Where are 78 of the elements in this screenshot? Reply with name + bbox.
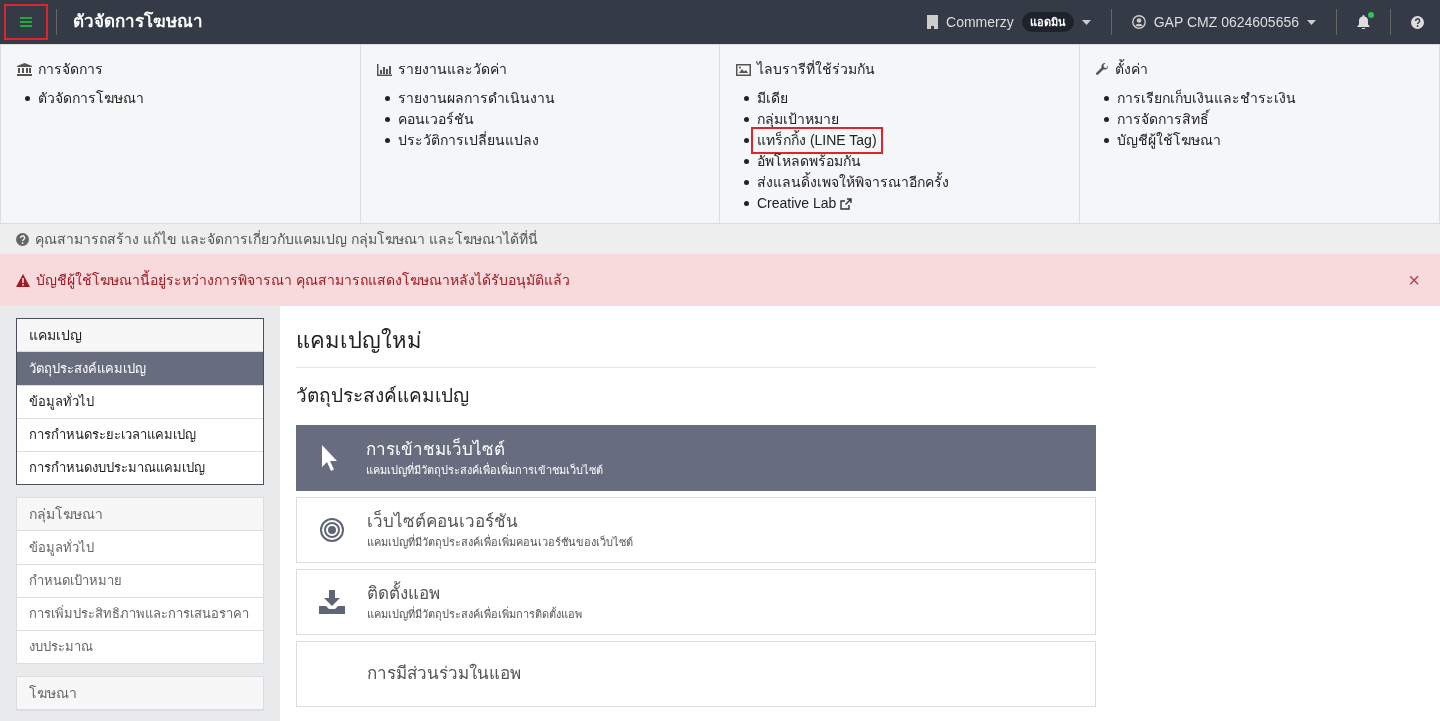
sidebar-item[interactable]: การเพิ่มประสิทธิภาพและการเสนอราคา [17, 597, 263, 630]
menu-section-heading: รายงานและวัดค่า [397, 60, 507, 79]
info-text: คุณสามารถสร้าง แก้ไข และจัดการเกี่ยวกับแคมเปญ กลุ่มโฆษณา และโฆษณาได้ที่นี่ [35, 229, 538, 250]
bullet-icon [744, 117, 749, 122]
objective-title: เว็บไซต์คอนเวอร์ชัน [367, 509, 519, 533]
sidebar-item[interactable]: งบประมาณ [17, 630, 263, 663]
caret-icon [1307, 19, 1316, 25]
menu-link[interactable]: การเรียกเก็บเงินและชำระเงิน [1116, 88, 1296, 109]
wrench-icon [1095, 63, 1109, 76]
objective-description: แคมเปญที่มีวัตถุประสงค์เพื่อเพิ่มการเข้าชมเว็บไซต์ [366, 462, 603, 479]
bullet-icon [384, 138, 390, 143]
sidebar-item[interactable]: วัตถุประสงค์แคมเปญ [17, 352, 263, 385]
menu-link[interactable]: บัญชีผู้ใช้โฆษณา [1116, 130, 1221, 151]
objective-title: การเข้าชมเว็บไซต์ [366, 437, 506, 461]
app-title: ตัวจัดการโฆษณา [73, 10, 203, 34]
bullet-icon [1103, 96, 1109, 101]
bullet-icon [25, 96, 30, 101]
menu-link[interactable]: อัพโหลดพร้อมกัน [757, 151, 861, 172]
account-dropdown[interactable]: Commerzy แอดมิน [915, 11, 1103, 33]
sidebar-heading: โฆษณา [17, 677, 263, 710]
menu-link[interactable]: แทร็กกิ้ง (LINE Tag) [751, 127, 883, 154]
sidebar-item[interactable]: การกำหนดงบประมาณแคมเปญ [17, 451, 263, 484]
bullet-icon [384, 117, 390, 122]
menu-link[interactable]: ประวัติการเปลี่ยนแปลง [397, 130, 539, 151]
objective-card[interactable]: การมีส่วนร่วมในแอพ [296, 640, 1096, 707]
bullet-icon [1103, 138, 1109, 143]
menu-section-heading: ไลบรารีที่ใช้ร่วมกัน [757, 59, 875, 79]
menu-link[interactable]: ตัวจัดการโฆษณา [38, 88, 144, 109]
bullet-icon [1103, 117, 1109, 122]
objective-title: ติดตั้งแอพ [367, 580, 441, 605]
sidebar-item[interactable]: ข้อมูลทั่วไป [17, 385, 263, 418]
sidebar-item[interactable]: กำหนดเป้าหมาย [17, 564, 263, 597]
bullet-icon [744, 96, 749, 101]
menu-section-heading: การจัดการ [38, 60, 103, 79]
objective-description: แคมเปญที่มีวัตถุประสงค์เพื่อเพิ่มการติดตั้งแอพ [367, 606, 582, 623]
menu-section-heading: ตั้งค่า [1114, 59, 1148, 79]
close-button[interactable]: × [1408, 270, 1424, 290]
building-icon [927, 15, 939, 29]
bank-icon [17, 63, 32, 76]
image-icon [736, 63, 751, 76]
target-icon [320, 517, 344, 542]
objective-card[interactable]: การเข้าชมเว็บไซต์ แคมเปญที่มีวัตถุประสงค์เพื่อเพิ่มการเข้าชมเว็บไซต์ [296, 424, 1096, 491]
menu-link[interactable]: การจัดการสิทธิ์ [1116, 109, 1209, 130]
bullet-icon [744, 138, 749, 143]
download-icon [319, 589, 345, 614]
sidebar-item[interactable]: ข้อมูลทั่วไป [17, 531, 263, 564]
sidebar-item[interactable]: การกำหนดระยะเวลาแคมเปญ [17, 418, 263, 451]
menu-link[interactable]: มีเดีย [757, 88, 788, 109]
bar-chart-icon [376, 63, 392, 76]
page-title: แคมเปญใหม่ [296, 324, 1096, 368]
bullet-icon [384, 96, 390, 101]
menu-link[interactable]: ส่งแลนดิ้งเพจให้พิจารณาอีกครั้ง [757, 172, 949, 193]
bullet-icon [744, 180, 749, 185]
menu-link[interactable]: คอนเวอร์ชัน [397, 109, 474, 130]
menu-link[interactable]: กลุ่มเป้าหมาย [757, 109, 839, 130]
role-badge: แอดมิน [1021, 11, 1074, 33]
objective-title: การมีส่วนร่วมในแอพ [367, 662, 521, 685]
help-icon [16, 232, 29, 246]
objective-card[interactable]: เว็บไซต์คอนเวอร์ชัน แคมเปญที่มีวัตถุประสงค์เพื่อเพิ่มคอนเวอร์ชันของเว็บไซต์ [296, 496, 1096, 563]
user-icon [1131, 15, 1146, 29]
help-icon [1411, 15, 1424, 29]
sidebar-heading: กลุ่มโฆษณา [17, 498, 263, 531]
bell-icon [1357, 15, 1370, 29]
menu-button[interactable] [4, 4, 48, 40]
bullet-icon [744, 159, 749, 164]
section-title: วัตถุประสงค์แคมเปญ [296, 384, 470, 409]
user-dropdown[interactable]: GAP CMZ 0624605656 [1119, 11, 1328, 33]
menu-link[interactable]: รายงานผลการดำเนินงาน [397, 88, 555, 109]
objective-description: แคมเปญที่มีวัตถุประสงค์เพื่อเพิ่มคอนเวอร์ชันของเว็บไซต์ [367, 534, 633, 551]
bullet-icon [744, 201, 749, 206]
menu-icon [20, 17, 32, 27]
menu-link[interactable]: Creative Lab [757, 193, 853, 214]
caret-icon [1081, 19, 1091, 25]
cursor-icon [322, 444, 340, 471]
alert-text: บัญชีผู้ใช้โฆษณานี้อยู่ระหว่างการพิจารณา คุณสามารถแสดงโฆษณาหลังได้รับอนุมัติแล้ว [36, 269, 570, 291]
objective-card[interactable]: ติดตั้งแอพ แคมเปญที่มีวัตถุประสงค์เพื่อเพิ่มการติดตั้งแอพ [296, 568, 1096, 635]
warning-icon [16, 273, 30, 287]
sidebar-heading: แคมเปญ [17, 319, 263, 352]
